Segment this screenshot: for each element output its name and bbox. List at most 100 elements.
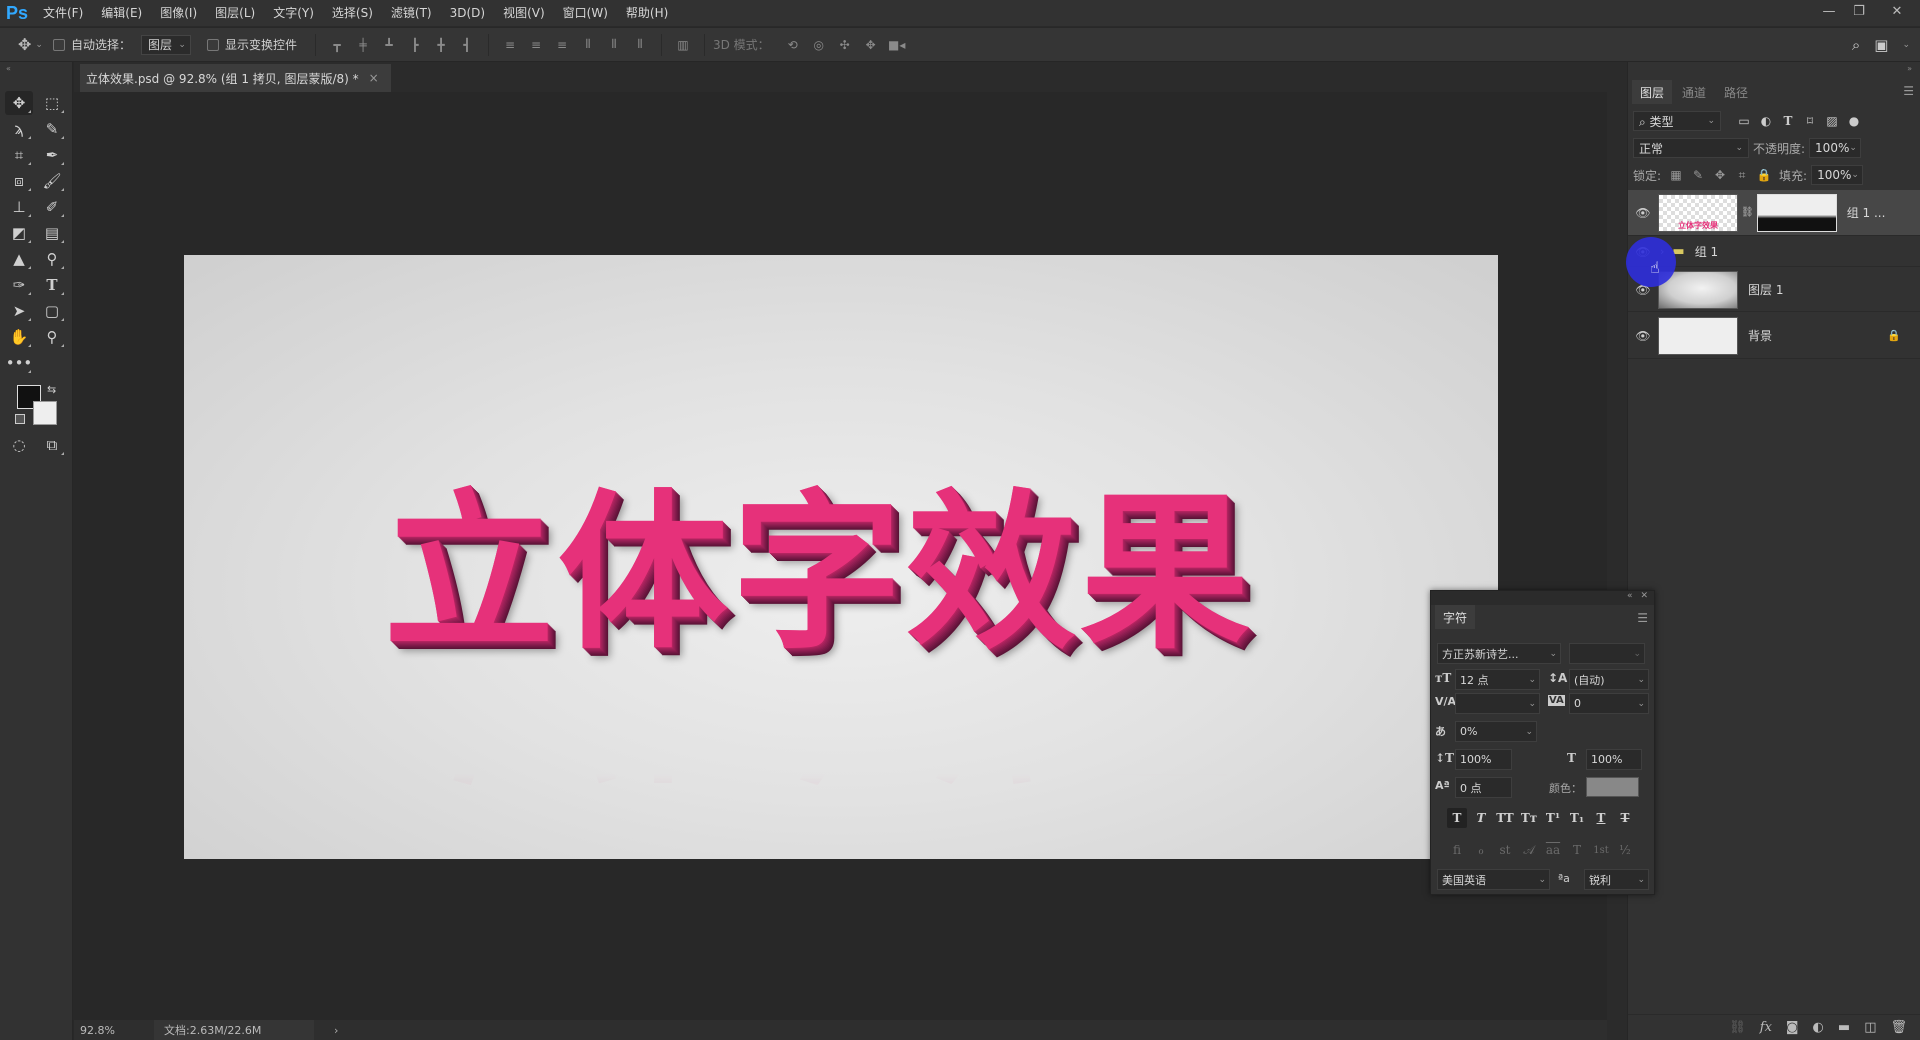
clone-stamp-tool[interactable]: ⊥ (5, 195, 33, 219)
panel-menu-icon[interactable]: ☰ (1903, 84, 1914, 98)
distribute-top-icon[interactable]: ≡ (502, 37, 518, 53)
menu-type[interactable]: 文字(Y) (264, 0, 323, 27)
visibility-eye-icon[interactable]: 👁 (1628, 206, 1658, 220)
lock-transparent-icon[interactable]: ▦ (1665, 168, 1687, 182)
filter-adjustment-icon[interactable]: ◐ (1755, 114, 1777, 128)
stylistic-alternates-button[interactable]: aa (1543, 840, 1563, 860)
auto-select-checkbox[interactable] (52, 38, 65, 51)
collapse-panels-icon[interactable]: » (1907, 64, 1912, 73)
faux-bold-button[interactable]: T (1447, 808, 1467, 828)
marquee-tool[interactable]: ⬚ (38, 91, 66, 115)
align-left-icon[interactable]: ┣ (407, 37, 423, 53)
default-colors-icon[interactable] (15, 414, 25, 424)
menu-select[interactable]: 选择(S) (323, 0, 382, 27)
subscript-button[interactable]: T₁ (1567, 808, 1587, 828)
layer-filter-select[interactable]: ⌕ 类型 ⌄ (1633, 111, 1721, 131)
3d-roll-icon[interactable]: ◎ (811, 37, 827, 53)
3d-orbit-icon[interactable]: ⟲ (785, 37, 801, 53)
dodge-tool[interactable]: ⚲ (38, 247, 66, 271)
distribute-vcenter-icon[interactable]: ≡ (528, 37, 544, 53)
status-menu-arrow[interactable]: › (334, 1024, 338, 1037)
tool-preset-chevron-icon[interactable]: ⌄ (35, 40, 43, 50)
baseline-shift-input[interactable]: 0 点 (1455, 777, 1512, 798)
vertical-scale-input[interactable]: 100% (1455, 749, 1512, 770)
new-layer-icon[interactable]: ◫ (1864, 1020, 1876, 1035)
lock-position-icon[interactable]: ✥ (1709, 168, 1731, 182)
align-vcenter-icon[interactable]: ╪ (355, 37, 371, 53)
kerning-input[interactable]: ⌄ (1455, 693, 1540, 714)
underline-button[interactable]: T (1591, 808, 1611, 828)
mask-link-icon[interactable]: ⛓ (1741, 207, 1754, 218)
search-icon[interactable]: ⌕ (1852, 36, 1860, 54)
align-hcenter-icon[interactable]: ╋ (433, 37, 449, 53)
filter-smart-object-icon[interactable]: ▨ (1821, 114, 1843, 128)
menu-edit[interactable]: 编辑(E) (92, 0, 151, 27)
menu-help[interactable]: 帮助(H) (617, 0, 677, 27)
strikethrough-button[interactable]: T (1615, 808, 1635, 828)
discretionary-ligatures-button[interactable]: st (1495, 840, 1515, 860)
delete-layer-icon[interactable]: 🗑 (1890, 1020, 1907, 1035)
panel-menu-icon[interactable]: ☰ (1637, 611, 1648, 625)
font-family-select[interactable]: 方正苏新诗艺... ⌄ (1437, 643, 1561, 664)
tsume-input[interactable]: 0% ⌄ (1455, 721, 1537, 742)
opacity-input[interactable]: 100% ⌄ (1809, 138, 1862, 158)
swap-colors-icon[interactable]: ⇆ (47, 383, 56, 396)
layer-mask-thumbnail[interactable] (1756, 193, 1837, 232)
rectangle-tool[interactable]: ▢ (38, 299, 66, 323)
layer-style-fx-icon[interactable]: fx (1760, 1020, 1772, 1035)
fractions-button[interactable]: ½ (1615, 840, 1635, 860)
crop-tool[interactable]: ⌗ (5, 143, 33, 167)
hand-tool[interactable]: ✋ (5, 325, 33, 349)
auto-select-target-select[interactable]: 图层 ⌄ (140, 34, 191, 55)
quick-mask-icon[interactable]: ◌ (5, 433, 33, 457)
eraser-tool[interactable]: ◩ (5, 221, 33, 245)
auto-align-icon[interactable]: ▥ (675, 37, 691, 53)
move-tool[interactable]: ✥ (5, 91, 33, 115)
filter-pixel-icon[interactable]: ▭ (1733, 114, 1755, 128)
layer-name[interactable]: 组 1 (1695, 243, 1718, 260)
antialias-select[interactable]: 锐利 ⌄ (1584, 869, 1649, 890)
document-canvas[interactable]: 立体字效果 立体字效果 (184, 255, 1498, 859)
chevron-down-icon[interactable]: ⌄ (1637, 675, 1645, 685)
chevron-down-icon[interactable]: ⌄ (1525, 727, 1533, 737)
distribute-hcenter-icon[interactable]: ⫴ (606, 37, 622, 53)
menu-filter[interactable]: 滤镜(T) (382, 0, 441, 27)
eyedropper-tool[interactable]: ✒ (38, 143, 66, 167)
edit-toolbar-icon[interactable]: ••• (5, 351, 33, 375)
layer-row[interactable]: 👁 立体字效果 ⛓ 组 1 ... (1628, 190, 1920, 236)
collapse-toolbar-icon[interactable]: « (6, 64, 11, 73)
layer-name[interactable]: 背景 (1748, 327, 1772, 344)
small-caps-button[interactable]: Tт (1519, 808, 1539, 828)
3d-scale-icon[interactable]: ■◂ (888, 37, 905, 53)
leading-input[interactable]: (自动) ⌄ (1569, 669, 1649, 690)
faux-italic-button[interactable]: T (1471, 808, 1491, 828)
blur-tool[interactable]: ▲ (5, 247, 33, 271)
workspace-chevron-icon[interactable]: ⌄ (1902, 40, 1910, 50)
tab-channels[interactable]: 通道 (1674, 80, 1714, 104)
distribute-right-icon[interactable]: ⫴ (632, 37, 648, 53)
background-color-swatch[interactable] (33, 401, 57, 425)
gradient-tool[interactable]: ▤ (38, 221, 66, 245)
minimize-button[interactable]: — (1814, 0, 1844, 22)
filter-type-icon[interactable]: T (1777, 114, 1799, 128)
tab-paths[interactable]: 路径 (1716, 80, 1756, 104)
old-style-button[interactable]: ℴ (1471, 840, 1491, 860)
blend-mode-select[interactable]: 正常 ⌄ (1633, 138, 1749, 158)
collapse-panel-icon[interactable]: « (1627, 591, 1633, 601)
ligatures-button[interactable]: ﬁ (1447, 840, 1467, 860)
new-group-icon[interactable]: ▬ (1838, 1020, 1850, 1035)
font-size-input[interactable]: 12 点 ⌄ (1455, 669, 1540, 690)
align-right-icon[interactable]: ┫ (459, 37, 475, 53)
brush-tool[interactable]: 🖌 (38, 169, 66, 193)
fill-input[interactable]: 100% ⌄ (1811, 165, 1864, 185)
lock-all-icon[interactable]: 🔒 (1753, 168, 1775, 182)
align-top-icon[interactable]: ┳ (329, 37, 345, 53)
distribute-left-icon[interactable]: ⫴ (580, 37, 596, 53)
menu-layer[interactable]: 图层(L) (206, 0, 264, 27)
lasso-tool[interactable]: ϡ (5, 117, 33, 141)
menu-3d[interactable]: 3D(D) (441, 0, 494, 27)
path-selection-tool[interactable]: ➤ (5, 299, 33, 323)
healing-brush-tool[interactable]: ⧈ (5, 169, 33, 193)
layer-name[interactable]: 组 1 ... (1847, 204, 1886, 221)
visibility-eye-icon[interactable]: 👁 (1628, 329, 1658, 343)
